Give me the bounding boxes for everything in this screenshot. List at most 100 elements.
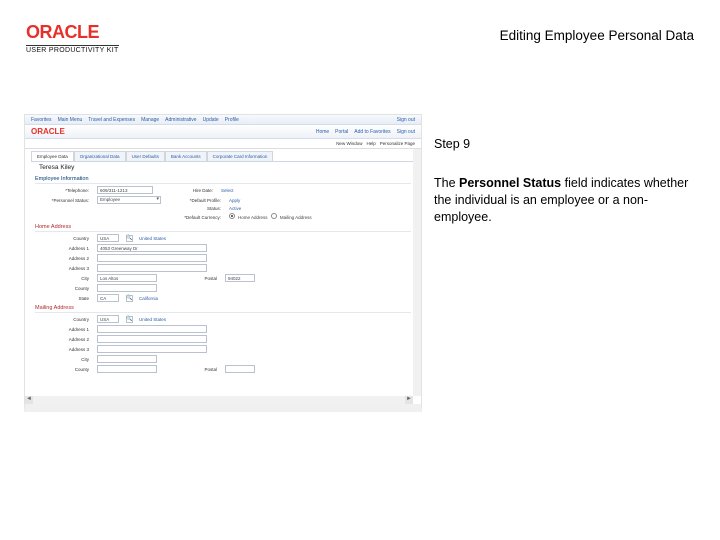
telephone-label: *Telephone: xyxy=(35,188,91,193)
tab-strip: Employee Data Organizational Data User D… xyxy=(31,151,415,161)
employee-info-section: Employee Information *Telephone: 609/311… xyxy=(25,176,421,221)
crumb[interactable]: Administrative xyxy=(165,117,196,123)
tab-corp-card[interactable]: Corporate Card Information xyxy=(207,151,274,161)
nav-links: Home Portal Add to Favorites Sign out xyxy=(316,129,415,135)
gl-label: *Default Profile: xyxy=(183,198,223,203)
signout-link[interactable]: Sign out xyxy=(397,117,415,123)
nav-portal[interactable]: Portal xyxy=(335,129,348,135)
h-county-lbl: County xyxy=(35,286,91,291)
m-country-input[interactable]: USA xyxy=(97,315,119,323)
sub-toolbar: New Window Help Personalize Page xyxy=(25,139,421,149)
h-addr1-lbl: Address 1 xyxy=(35,246,91,251)
m-addr2-lbl: Address 2 xyxy=(35,337,91,342)
mini-oracle-logo: ORACLE xyxy=(31,127,65,136)
crumb[interactable]: Manage xyxy=(141,117,159,123)
help-link[interactable]: Help xyxy=(366,141,375,146)
h-state-link[interactable]: California xyxy=(139,296,158,301)
h-postal-lbl: Postal xyxy=(179,276,219,281)
m-addr3-lbl: Address 3 xyxy=(35,347,91,352)
h-country-input[interactable]: USA xyxy=(97,234,119,242)
lookup-icon[interactable]: 🔍 xyxy=(126,295,133,302)
nav-fav[interactable]: Add to Favorites xyxy=(354,129,390,135)
radio-group: Home Address Mailing Address xyxy=(229,213,312,221)
crumb[interactable]: Update xyxy=(203,117,219,123)
crumb[interactable]: Profile xyxy=(225,117,239,123)
instruction-text: The Personnel Status field indicates whe… xyxy=(434,175,696,226)
crumb[interactable]: Main Menu xyxy=(58,117,83,123)
nav-signout[interactable]: Sign out xyxy=(397,129,415,135)
m-addr1-input[interactable] xyxy=(97,325,207,333)
mailing-address-section: Mailing Address Country USA 🔍 United States… xyxy=(25,305,421,373)
h-postal-input[interactable]: 94022 xyxy=(225,274,255,282)
h-addr3-input[interactable] xyxy=(97,264,207,272)
radio-home[interactable] xyxy=(229,213,235,219)
radio-mailing-label: Mailing Address xyxy=(280,215,312,220)
section-title-mailing: Mailing Address xyxy=(35,305,411,313)
lookup-icon[interactable]: 🔍 xyxy=(126,316,133,323)
home-address-section: Home Address Country USA 🔍 United States Ad… xyxy=(25,224,421,302)
currency-label: *Default Currency: xyxy=(183,215,223,220)
status-value: Active xyxy=(229,206,241,211)
lookup-icon[interactable]: 🔍 xyxy=(126,235,133,242)
h-addr1-input[interactable]: 4053 Greenway Dr xyxy=(97,244,207,252)
instr-bold: Personnel Status xyxy=(459,176,561,190)
radio-home-label: Home Address xyxy=(238,215,268,220)
h-addr2-input[interactable] xyxy=(97,254,207,262)
m-city-input[interactable] xyxy=(97,355,157,363)
h-city-lbl: City xyxy=(35,276,91,281)
h-addr2-lbl: Address 2 xyxy=(35,256,91,261)
brand-block: ORACLE USER PRODUCTIVITY KIT xyxy=(26,22,119,54)
m-addr3-input[interactable] xyxy=(97,345,207,353)
instruction-panel: Step 9 The Personnel Status field indica… xyxy=(434,136,696,226)
gl-value: Apply xyxy=(229,198,240,203)
personnel-status-label: *Personnel Status: xyxy=(35,198,91,203)
hiredate-label: Hire Date: xyxy=(175,188,215,193)
m-country-link[interactable]: United States xyxy=(139,317,166,322)
horizontal-scrollbar[interactable]: ◄ ► xyxy=(25,396,413,404)
logo-divider xyxy=(26,45,119,46)
hiredate-value: Select xyxy=(221,188,234,193)
crumb[interactable]: Travel and Expenses xyxy=(88,117,135,123)
scroll-left-icon[interactable]: ◄ xyxy=(25,396,33,404)
h-country-link[interactable]: United States xyxy=(139,236,166,241)
personnel-status-select[interactable]: Employee xyxy=(97,196,161,204)
crumb[interactable]: Favorites xyxy=(31,117,52,123)
telephone-input[interactable]: 609/311-1213 xyxy=(97,186,153,194)
m-postal-input[interactable] xyxy=(225,365,255,373)
m-addr1-lbl: Address 1 xyxy=(35,327,91,332)
brand-bar: ORACLE Home Portal Add to Favorites Sign… xyxy=(25,125,421,139)
page-title: Editing Employee Personal Data xyxy=(500,28,694,43)
tab-employee-data[interactable]: Employee Data xyxy=(31,151,74,161)
h-city-input[interactable]: Los Altos xyxy=(97,274,157,282)
h-addr3-lbl: Address 3 xyxy=(35,266,91,271)
m-addr2-input[interactable] xyxy=(97,335,207,343)
tab-user-defaults[interactable]: User Defaults xyxy=(126,151,165,161)
h-country-lbl: Country xyxy=(35,236,91,241)
m-city-lbl: City xyxy=(35,357,91,362)
h-state-lbl: State xyxy=(35,296,91,301)
m-county-input[interactable] xyxy=(97,365,157,373)
h-county-input[interactable] xyxy=(97,284,157,292)
personalize-link[interactable]: Personalize Page xyxy=(380,141,415,146)
person-name: Teresa Kiley xyxy=(31,161,415,173)
section-title-empinfo: Employee Information xyxy=(35,176,411,184)
scroll-right-icon[interactable]: ► xyxy=(405,396,413,404)
tab-org-data[interactable]: Organizational Data xyxy=(74,151,126,161)
instr-pre: The xyxy=(434,176,459,190)
oracle-logo: ORACLE xyxy=(26,22,119,43)
section-title-home: Home Address xyxy=(35,224,411,232)
radio-mailing[interactable] xyxy=(271,213,277,219)
app-screenshot: Favorites Main Menu Travel and Expenses … xyxy=(24,114,422,412)
nav-home[interactable]: Home xyxy=(316,129,329,135)
m-country-lbl: Country xyxy=(35,317,91,322)
m-county-lbl: County xyxy=(35,367,91,372)
status-label: Status: xyxy=(183,206,223,211)
upk-label: USER PRODUCTIVITY KIT xyxy=(26,47,119,54)
tab-bank-accounts[interactable]: Bank Accounts xyxy=(165,151,207,161)
vertical-scrollbar[interactable] xyxy=(413,149,421,396)
m-postal-lbl: Postal xyxy=(179,367,219,372)
breadcrumb-bar: Favorites Main Menu Travel and Expenses … xyxy=(25,115,421,125)
step-label: Step 9 xyxy=(434,136,696,153)
h-state-input[interactable]: CA xyxy=(97,294,119,302)
new-window-link[interactable]: New Window xyxy=(336,141,362,146)
